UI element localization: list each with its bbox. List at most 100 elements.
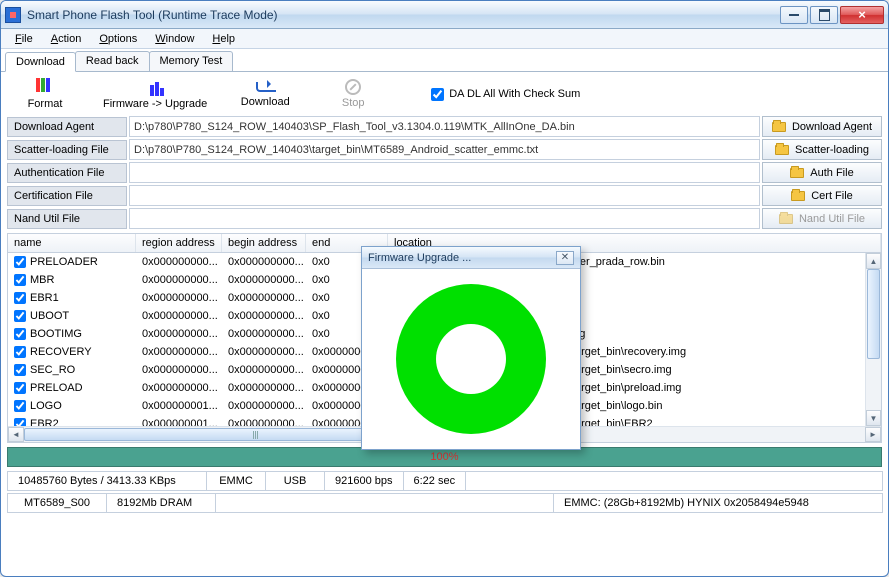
status-dram: 8192Mb DRAM [106,493,216,513]
download-icon [256,80,274,94]
da-label: Download Agent [7,117,127,137]
dialog-titlebar[interactable]: Firmware Upgrade ... ✕ [362,247,580,269]
status-row-2: MT6589_S00 8192Mb DRAM EMMC: (28Gb+8192M… [7,493,882,513]
dialog-title: Firmware Upgrade ... [368,252,556,264]
row-name: UBOOT [30,310,69,322]
row-region: 0x000000000... [136,292,222,304]
scatter-input[interactable] [129,139,760,160]
dialog-close-button[interactable]: ✕ [556,251,574,265]
row-begin: 0x000000000... [222,364,306,376]
window-title: Smart Phone Flash Tool (Runtime Trace Mo… [27,8,780,22]
folder-icon [790,168,804,178]
row-begin: 0x000000000... [222,346,306,358]
tab-readback[interactable]: Read back [75,51,150,71]
firmware-upgrade-dialog: Firmware Upgrade ... ✕ [361,246,581,450]
row-begin: 0x000000000... [222,418,306,426]
format-button[interactable]: Format [15,78,75,110]
status-emmc-info: EMMC: (28Gb+8192Mb) HYNIX 0x2058494e5948 [553,493,883,513]
firmware-upgrade-button[interactable]: Firmware -> Upgrade [103,78,207,110]
row-region: 0x000000000... [136,256,222,268]
menu-window[interactable]: Window [147,31,202,47]
minimize-button[interactable] [780,6,808,24]
cert-label: Certification File [7,186,127,206]
progress-bar: 100% [7,447,882,467]
row-region: 0x000000001... [136,400,222,412]
row-begin: 0x000000000... [222,274,306,286]
menu-file[interactable]: File [7,31,41,47]
nand-browse-button[interactable]: Nand Util File [762,208,882,229]
scatter-browse-button[interactable]: Scatter-loading [762,139,882,160]
row-region: 0x000000001... [136,418,222,426]
folder-icon [779,214,793,224]
scroll-thumb[interactable] [867,269,880,359]
status-bps: 921600 bps [324,471,404,491]
row-checkbox[interactable] [14,364,26,376]
row-begin: 0x000000000... [222,328,306,340]
row-name: PRELOADER [30,256,98,268]
vertical-scrollbar[interactable]: ▲ ▼ [865,253,881,426]
row-checkbox[interactable] [14,346,26,358]
row-begin: 0x000000000... [222,382,306,394]
status-chip: MT6589_S00 [7,493,107,513]
cert-input[interactable] [129,185,760,206]
da-input[interactable] [129,116,760,137]
row-name: LOGO [30,400,62,412]
status-spacer [465,471,883,491]
scroll-up-icon[interactable]: ▲ [866,253,881,269]
row-checkbox[interactable] [14,292,26,304]
tab-memory-test[interactable]: Memory Test [149,51,234,71]
col-begin[interactable]: begin address [222,234,306,252]
row-checkbox[interactable] [14,400,26,412]
row-checkbox[interactable] [14,274,26,286]
scatter-label: Scatter-loading File [7,140,127,160]
row-checkbox[interactable] [14,382,26,394]
maximize-button[interactable] [810,6,838,24]
scroll-down-icon[interactable]: ▼ [866,410,881,426]
row-begin: 0x000000000... [222,292,306,304]
checksum-checkbox[interactable] [431,88,444,101]
menu-help[interactable]: Help [204,31,243,47]
row-checkbox[interactable] [14,256,26,268]
scroll-left-icon[interactable]: ◄ [8,427,24,442]
download-button[interactable]: Download [235,80,295,108]
format-label: Format [28,98,63,110]
col-region[interactable]: region address [136,234,222,252]
close-button[interactable]: × [840,6,884,24]
status-conn: USB [265,471,325,491]
file-fields: Download Agent Download Agent Scatter-lo… [1,116,888,229]
auth-input[interactable] [129,162,760,183]
row-name: MBR [30,274,54,286]
folder-icon [772,122,786,132]
auth-label: Authentication File [7,163,127,183]
titlebar[interactable]: Smart Phone Flash Tool (Runtime Trace Mo… [1,1,888,29]
row-name: EBR2 [30,418,59,426]
scroll-right-icon[interactable]: ► [865,427,881,442]
row-name: BOOTIMG [30,328,82,340]
nand-label: Nand Util File [7,209,127,229]
row-region: 0x000000000... [136,274,222,286]
stop-icon [345,79,361,95]
menu-action[interactable]: Action [43,31,90,47]
menu-options[interactable]: Options [91,31,145,47]
tabs: Download Read back Memory Test [1,51,888,72]
row-checkbox[interactable] [14,310,26,322]
da-browse-button[interactable]: Download Agent [762,116,882,137]
status-bytes: 10485760 Bytes / 3413.33 KBps [7,471,207,491]
row-name: RECOVERY [30,346,92,358]
auth-browse-button[interactable]: Auth File [762,162,882,183]
checksum-label: DA DL All With Check Sum [449,88,580,100]
row-checkbox[interactable] [14,418,26,426]
success-ring-icon [396,284,546,434]
download-label: Download [241,96,290,108]
status-storage: EMMC [206,471,266,491]
row-checkbox[interactable] [14,328,26,340]
cert-browse-button[interactable]: Cert File [762,185,882,206]
stop-button[interactable]: Stop [323,79,383,109]
status-spacer2 [215,493,554,513]
folder-icon [791,191,805,201]
tab-download[interactable]: Download [5,52,76,72]
format-icon [36,78,54,96]
row-begin: 0x000000000... [222,256,306,268]
col-name[interactable]: name [8,234,136,252]
nand-input[interactable] [129,208,760,229]
